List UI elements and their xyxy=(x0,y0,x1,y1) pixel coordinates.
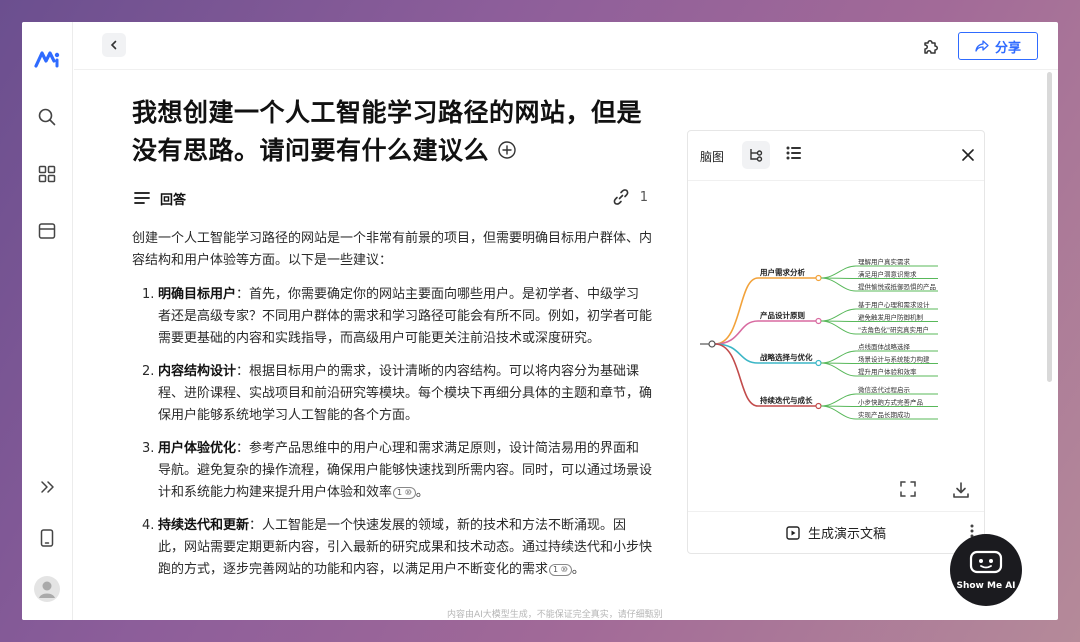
app-window: 分享 我想创建一个人工智能学习路径的网站，但是没有思路。请问要有什么建议么 回答… xyxy=(22,22,1058,620)
top-bar: 分享 xyxy=(74,22,1058,70)
mindmap-branch-label[interactable]: 战略选择与优化 xyxy=(760,352,813,362)
grid-icon[interactable] xyxy=(34,161,60,187)
outline-view-icon[interactable] xyxy=(786,145,802,164)
source-count: 1 xyxy=(639,190,648,205)
mindmap-leaf-label[interactable]: 场景设计与系统能力构建 xyxy=(858,355,930,364)
mindmap-leaf-label[interactable]: 小步快跑方式完善产品 xyxy=(858,398,923,407)
mindmap-leaf-label[interactable]: 提升用户体验和效率 xyxy=(858,367,917,376)
mindmap-branch-node[interactable] xyxy=(815,274,822,282)
mindmap-leaf-label[interactable]: 实现产品长期成功 xyxy=(858,410,911,419)
show-me-ai-badge[interactable]: Show Me AI xyxy=(950,534,1022,606)
close-icon[interactable] xyxy=(962,146,974,165)
mindmap-canvas[interactable]: 用户需求分析 理解用户真实需求满足用户潜意识需求提供愉悦或抵御恐惧的产品产品设计原… xyxy=(688,226,986,466)
mindmap-branch-label[interactable]: 持续迭代与成长 xyxy=(760,395,813,405)
mindmap-leaf-label[interactable]: "去角色化"研究真实用户 xyxy=(858,325,929,334)
puzzle-icon[interactable] xyxy=(920,36,942,58)
panel-header: 脑图 xyxy=(688,131,984,181)
mindmap-leaf-label[interactable]: 提供愉悦或抵御恐惧的产品 xyxy=(858,282,936,291)
badge-label: Show Me AI xyxy=(956,581,1016,591)
mindmap-leaf-label[interactable]: 微信迭代过程启示 xyxy=(858,385,911,394)
answer-header: 回答 1 xyxy=(134,186,648,210)
share-button[interactable]: 分享 xyxy=(958,32,1038,60)
back-button[interactable] xyxy=(102,33,126,57)
search-icon[interactable] xyxy=(34,104,60,130)
sidebar xyxy=(22,22,73,620)
mindmap-branch-node[interactable] xyxy=(815,359,822,367)
fullscreen-icon[interactable] xyxy=(900,481,916,501)
list-item: 3. 用户体验优化：参考产品思维中的用户心理和需求满足原则，设计简洁易用的界面和导… xyxy=(142,441,653,500)
citation-badge[interactable]: 1 ⑩ xyxy=(549,564,572,576)
mindmap-branch-label[interactable]: 产品设计原则 xyxy=(760,310,805,320)
generate-slides-label: 生成演示文稿 xyxy=(807,527,886,542)
mindmap-panel: 脑图 用户需求分析 理解用户真实需求 满足用户潜意识需求提供愉悦或抵御恐惧的产品产品… xyxy=(687,130,985,554)
chevron-left-icon xyxy=(110,40,117,50)
mindmap-leaf-label[interactable]: 点线面体战略选择 xyxy=(858,342,911,351)
answer-intro: 创建一个人工智能学习路径的网站是一个非常有前景的项目，但需要明确目标用户群体、内… xyxy=(132,231,653,268)
generate-slides-button[interactable]: 生成演示文稿 xyxy=(688,511,984,553)
list-item: 4. 持续迭代和更新：人工智能是一个快速发展的领域，新的技术和方法不断涌现。因此，… xyxy=(142,518,653,577)
mindmap-view-icon[interactable] xyxy=(742,141,770,169)
page-title: 我想创建一个人工智能学习路径的网站，但是没有思路。请问要有什么建议么 xyxy=(132,94,652,171)
mindmap-branch-node[interactable] xyxy=(815,402,822,410)
mindmap-leaf-label[interactable]: 避免触发用户防御机制 xyxy=(858,313,924,322)
mindmap-branch-label[interactable]: 用户需求分析 xyxy=(760,267,805,277)
link-icon[interactable] xyxy=(612,188,630,210)
answer-label: 回答 xyxy=(160,192,187,208)
play-icon xyxy=(786,525,800,540)
mindmap-leaf-label[interactable]: 理解用户真实需求 xyxy=(858,257,911,266)
mindmap-leaf-label[interactable]: 满足用户潜意识需求 xyxy=(858,270,917,279)
logo-icon[interactable] xyxy=(34,46,60,72)
phone-icon[interactable] xyxy=(34,525,60,551)
mindmap-leaf-label[interactable]: 基于用户心理和需求设计 xyxy=(858,300,930,309)
mindmap-branch-node[interactable] xyxy=(815,317,822,325)
mindmap-root[interactable] xyxy=(708,340,716,348)
citation-badge[interactable]: 1 ⑩ xyxy=(393,487,416,499)
answer-content: 创建一个人工智能学习路径的网站是一个非常有前景的项目，但需要明确目标用户群体、内… xyxy=(132,228,652,592)
download-icon[interactable] xyxy=(952,481,970,503)
expand-icon[interactable] xyxy=(34,474,60,500)
list-item: 2. 内容结构设计：根据目标用户的需求，设计清晰的内容结构。可以将内容分为基础课程… xyxy=(142,364,653,423)
share-label: 分享 xyxy=(994,40,1021,56)
tab-mindmap[interactable]: 脑图 xyxy=(700,148,724,165)
share-icon xyxy=(975,40,989,52)
robot-icon xyxy=(969,550,1003,574)
avatar[interactable] xyxy=(34,576,60,602)
disclaimer: 内容由AI大模型生成，不能保证完全真实，请仔细甄别 xyxy=(447,610,663,620)
answer-list: 1. 明确目标用户：首先，你需要确定你的网站主要面向哪些用户。是初学者、中级学习者… xyxy=(132,284,652,581)
add-circle-icon[interactable] xyxy=(497,133,517,171)
scrollbar[interactable] xyxy=(1047,72,1052,382)
lines-icon xyxy=(134,192,150,204)
window-icon[interactable] xyxy=(34,218,60,244)
list-item: 1. 明确目标用户：首先，你需要确定你的网站主要面向哪些用户。是初学者、中级学习者… xyxy=(142,287,653,346)
